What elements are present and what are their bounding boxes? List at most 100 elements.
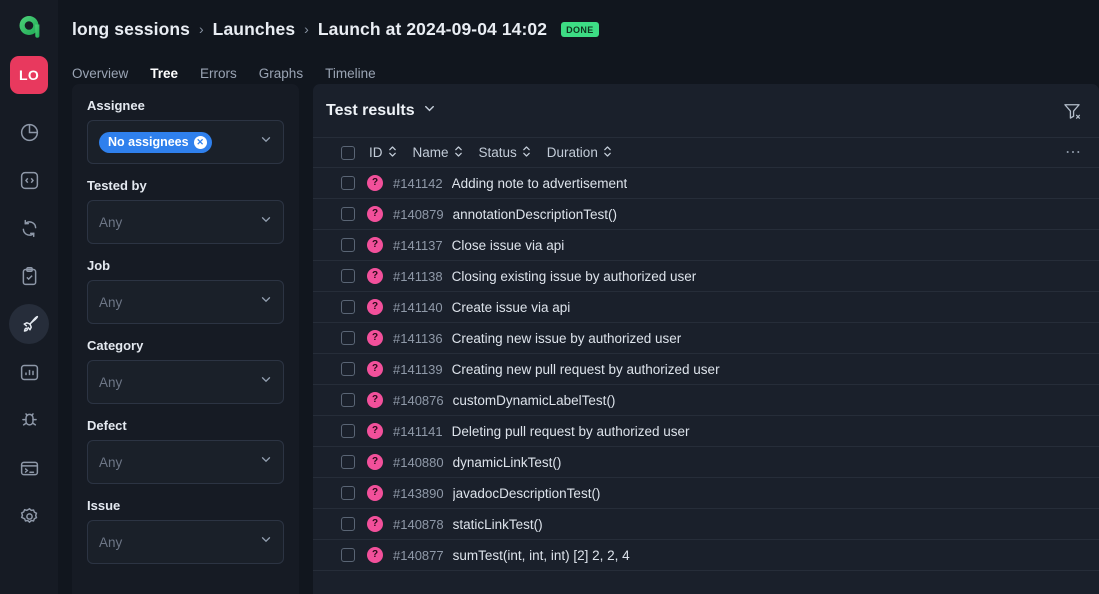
sort-updown-icon[interactable]: [522, 145, 531, 161]
column-header-id[interactable]: ID: [369, 145, 397, 161]
row-name[interactable]: dynamicLinkTest(): [453, 455, 562, 470]
test-results-list: ?#141142Adding note to advertisement?#14…: [313, 168, 1099, 594]
filter-group-tested-by: Tested by Any: [87, 178, 284, 244]
table-row[interactable]: ?#141139Creating new pull request by aut…: [313, 354, 1099, 385]
row-checkbox[interactable]: [341, 548, 355, 562]
table-row[interactable]: ?#141142Adding note to advertisement: [313, 168, 1099, 199]
column-header-status[interactable]: Status: [479, 145, 531, 161]
table-row[interactable]: ?#141141Deleting pull request by authori…: [313, 416, 1099, 447]
sidebar-item-jobs[interactable]: [9, 208, 49, 248]
row-checkbox[interactable]: [341, 455, 355, 469]
breadcrumb-separator-icon: ›: [199, 22, 204, 36]
row-id: #140878: [393, 517, 444, 532]
status-unknown-icon: ?: [367, 516, 383, 532]
page-title: Launch at 2024-09-04 14:02: [318, 19, 547, 40]
table-row[interactable]: ?#141137Close issue via api: [313, 230, 1099, 261]
sidebar-item-test-cases[interactable]: [9, 160, 49, 200]
column-header-duration[interactable]: Duration: [547, 145, 612, 161]
row-name[interactable]: customDynamicLabelTest(): [453, 393, 616, 408]
row-checkbox[interactable]: [341, 486, 355, 500]
sidebar-item-dashboards[interactable]: [9, 112, 49, 152]
filter-group-defect: Defect Any: [87, 418, 284, 484]
table-row[interactable]: ?#140877sumTest(int, int, int) [2] 2, 2,…: [313, 540, 1099, 571]
job-select[interactable]: Any: [87, 280, 284, 324]
tested-by-placeholder: Any: [99, 215, 122, 230]
sort-updown-icon[interactable]: [454, 145, 463, 161]
project-avatar[interactable]: LO: [10, 56, 48, 94]
row-checkbox[interactable]: [341, 300, 355, 314]
row-name[interactable]: Deleting pull request by authorized user: [452, 424, 690, 439]
table-row[interactable]: ?#140880dynamicLinkTest(): [313, 447, 1099, 478]
row-checkbox[interactable]: [341, 176, 355, 190]
row-name[interactable]: Close issue via api: [452, 238, 565, 253]
assignee-chip[interactable]: No assignees ✕: [99, 132, 212, 153]
sync-arrows-icon: [19, 218, 40, 239]
sidebar-item-analytics[interactable]: [9, 352, 49, 392]
row-name[interactable]: Creating new issue by authorized user: [452, 331, 682, 346]
chevron-down-icon: [259, 533, 273, 552]
row-name[interactable]: staticLinkTest(): [453, 517, 543, 532]
row-name[interactable]: sumTest(int, int, int) [2] 2, 2, 4: [453, 548, 630, 563]
chevron-down-icon[interactable]: [422, 101, 437, 121]
row-id: #141139: [393, 362, 443, 377]
sidebar-item-settings[interactable]: [9, 496, 49, 536]
more-horizontal-icon[interactable]: ⋯: [1065, 145, 1083, 161]
row-name[interactable]: Adding note to advertisement: [452, 176, 628, 191]
breadcrumb: long sessions › Launches › Launch at 202…: [72, 14, 1099, 44]
row-checkbox[interactable]: [341, 269, 355, 283]
breadcrumb-item-project[interactable]: long sessions: [72, 19, 190, 40]
table-row[interactable]: ?#141140Create issue via api: [313, 292, 1099, 323]
sidebar-item-test-plans[interactable]: [9, 256, 49, 296]
filter-group-job: Job Any: [87, 258, 284, 324]
allure-logo-icon[interactable]: [0, 0, 58, 56]
row-checkbox[interactable]: [341, 393, 355, 407]
breadcrumb-item-launches[interactable]: Launches: [213, 19, 296, 40]
close-circle-icon[interactable]: ✕: [194, 136, 207, 149]
category-select[interactable]: Any: [87, 360, 284, 404]
row-id: #140876: [393, 393, 444, 408]
filter-label-issue: Issue: [87, 498, 284, 513]
table-row[interactable]: ?#140879annotationDescriptionTest(): [313, 199, 1099, 230]
select-all-checkbox[interactable]: [341, 146, 355, 160]
tested-by-select[interactable]: Any: [87, 200, 284, 244]
row-name[interactable]: annotationDescriptionTest(): [453, 207, 617, 222]
row-checkbox[interactable]: [341, 207, 355, 221]
row-checkbox[interactable]: [341, 362, 355, 376]
issue-select[interactable]: Any: [87, 520, 284, 564]
filter-panel: Assignee No assignees ✕ Tested by: [72, 84, 299, 594]
defect-select[interactable]: Any: [87, 440, 284, 484]
job-placeholder: Any: [99, 295, 122, 310]
table-row[interactable]: ?#141138Closing existing issue by author…: [313, 261, 1099, 292]
row-name[interactable]: Create issue via api: [452, 300, 571, 315]
column-header-name[interactable]: Name: [413, 145, 463, 161]
sort-updown-icon[interactable]: [388, 145, 397, 161]
table-row[interactable]: ? #140876 customDynamicLabelTest(): [313, 385, 1099, 416]
checkbox-box: [341, 146, 355, 160]
test-results-title-group[interactable]: Test results: [326, 101, 437, 121]
row-checkbox[interactable]: [341, 238, 355, 252]
row-name[interactable]: Creating new pull request by authorized …: [452, 362, 720, 377]
assignee-select[interactable]: No assignees ✕: [87, 120, 284, 164]
row-checkbox[interactable]: [341, 331, 355, 345]
table-row[interactable]: ?#141136Creating new issue by authorized…: [313, 323, 1099, 354]
sidebar-item-console[interactable]: [9, 448, 49, 488]
row-name[interactable]: javadocDescriptionTest(): [453, 486, 601, 501]
chevron-down-icon: [259, 293, 273, 312]
main-area: long sessions › Launches › Launch at 202…: [58, 0, 1099, 594]
sidebar-item-launches[interactable]: [9, 304, 49, 344]
row-id: #141141: [393, 424, 443, 439]
sort-updown-icon[interactable]: [603, 145, 612, 161]
row-checkbox[interactable]: [341, 424, 355, 438]
table-row[interactable]: ? #140878 staticLinkTest(): [313, 509, 1099, 540]
funnel-clear-icon[interactable]: [1061, 100, 1083, 122]
rail-item-list: [9, 112, 49, 536]
status-unknown-icon: ?: [367, 392, 383, 408]
row-id: #143890: [393, 486, 444, 501]
column-label-id: ID: [369, 145, 383, 160]
table-row[interactable]: ?#143890javadocDescriptionTest(): [313, 478, 1099, 509]
row-name[interactable]: Closing existing issue by authorized use…: [452, 269, 697, 284]
column-label-name: Name: [413, 145, 449, 160]
status-badge: DONE: [561, 22, 599, 37]
sidebar-item-defects[interactable]: [9, 400, 49, 440]
row-checkbox[interactable]: [341, 517, 355, 531]
